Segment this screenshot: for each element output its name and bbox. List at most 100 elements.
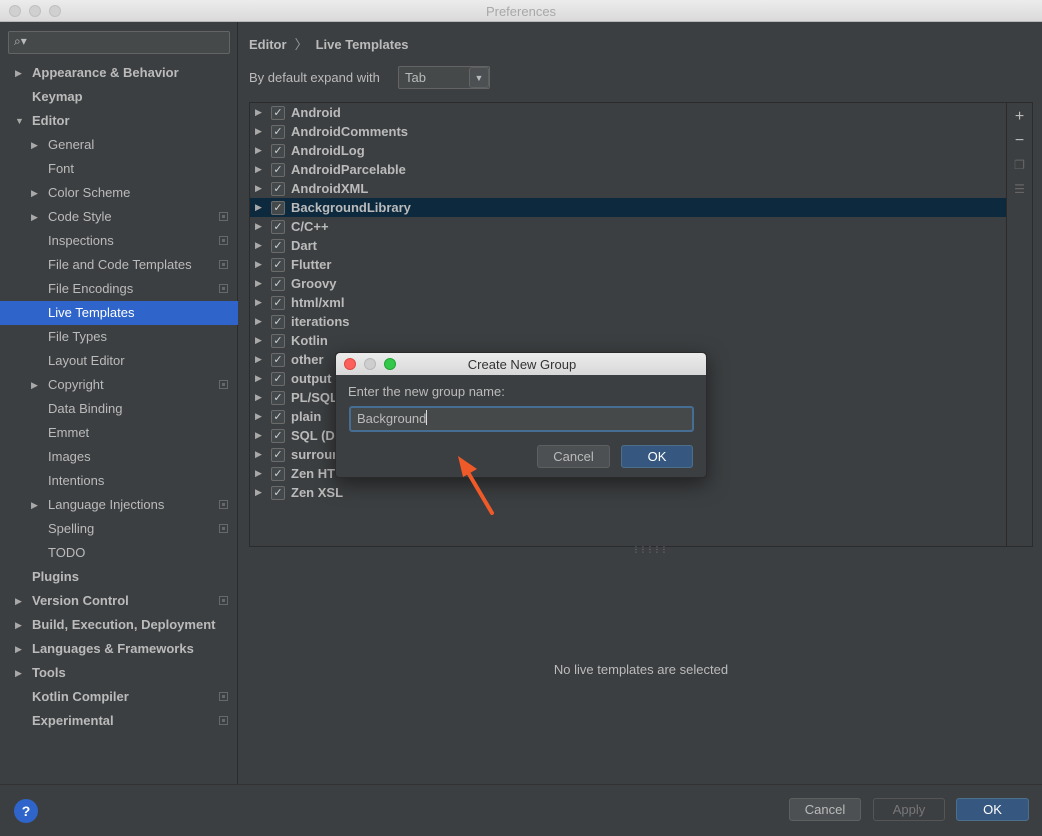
remove-icon[interactable]: − (1007, 129, 1032, 153)
sidebar-item[interactable]: ▶ Tools (0, 661, 238, 685)
chevron-right-icon[interactable]: ▶ (15, 613, 22, 637)
template-group-row[interactable]: ▶ ✓ Kotlin (250, 331, 1006, 350)
chevron-right-icon[interactable]: ▶ (255, 198, 262, 217)
template-group-row[interactable]: ▶ ✓ AndroidParcelable (250, 160, 1006, 179)
group-enabled-checkbox[interactable]: ✓ (271, 258, 285, 272)
group-name-input[interactable]: Background (349, 406, 694, 432)
sidebar-item[interactable]: Kotlin Compiler (0, 685, 238, 709)
chevron-right-icon[interactable]: ▶ (255, 388, 262, 407)
template-group-row[interactable]: ▶ ✓ Groovy (250, 274, 1006, 293)
chevron-right-icon[interactable]: ▶ (31, 373, 38, 397)
template-group-row[interactable]: ▶ ✓ BackgroundLibrary (250, 198, 1006, 217)
group-enabled-checkbox[interactable]: ✓ (271, 144, 285, 158)
chevron-right-icon[interactable]: ▶ (15, 637, 22, 661)
chevron-right-icon[interactable]: ▶ (255, 407, 262, 426)
group-enabled-checkbox[interactable]: ✓ (271, 391, 285, 405)
expand-with-select[interactable]: Tab ▼ (398, 66, 490, 89)
chevron-right-icon[interactable]: ▶ (255, 255, 262, 274)
add-icon[interactable]: + (1007, 105, 1032, 129)
group-enabled-checkbox[interactable]: ✓ (271, 410, 285, 424)
template-group-row[interactable]: ▶ ✓ Android (250, 103, 1006, 122)
template-group-row[interactable]: ▶ ✓ AndroidLog (250, 141, 1006, 160)
chevron-right-icon[interactable]: ▶ (255, 312, 262, 331)
search-input[interactable]: ⌕▾ (8, 31, 230, 54)
sidebar-item[interactable]: ▶ Build, Execution, Deployment (0, 613, 238, 637)
chevron-right-icon[interactable]: ▶ (15, 661, 22, 685)
group-enabled-checkbox[interactable]: ✓ (271, 220, 285, 234)
sidebar-item[interactable]: File Types (0, 325, 238, 349)
chevron-right-icon[interactable]: ▶ (255, 179, 262, 198)
sidebar-item[interactable]: Emmet (0, 421, 238, 445)
group-enabled-checkbox[interactable]: ✓ (271, 106, 285, 120)
sidebar-item[interactable]: ▶ Version Control (0, 589, 238, 613)
sidebar-item[interactable]: TODO (0, 541, 238, 565)
chevron-right-icon[interactable]: ▶ (31, 133, 38, 157)
template-group-row[interactable]: ▶ ✓ AndroidComments (250, 122, 1006, 141)
sidebar-item[interactable]: Data Binding (0, 397, 238, 421)
template-group-row[interactable]: ▶ ✓ Flutter (250, 255, 1006, 274)
chevron-right-icon[interactable]: ▶ (15, 589, 22, 613)
splitter-handle[interactable]: ⋮⋮⋮⋮⋮ (632, 545, 668, 554)
sidebar-item[interactable]: ▼ Editor (0, 109, 238, 133)
group-enabled-checkbox[interactable]: ✓ (271, 125, 285, 139)
group-enabled-checkbox[interactable]: ✓ (271, 448, 285, 462)
chevron-right-icon[interactable]: ▶ (255, 236, 262, 255)
sidebar-item[interactable]: ▶ Appearance & Behavior (0, 61, 238, 85)
group-enabled-checkbox[interactable]: ✓ (271, 296, 285, 310)
group-enabled-checkbox[interactable]: ✓ (271, 353, 285, 367)
sidebar-item[interactable]: File and Code Templates (0, 253, 238, 277)
sidebar-item[interactable]: ▶ Color Scheme (0, 181, 238, 205)
chevron-right-icon[interactable]: ▶ (255, 445, 262, 464)
chevron-right-icon[interactable]: ▶ (255, 331, 262, 350)
sidebar-item[interactable]: File Encodings (0, 277, 238, 301)
sidebar-item[interactable]: Keymap (0, 85, 238, 109)
chevron-right-icon[interactable]: ▶ (31, 181, 38, 205)
group-enabled-checkbox[interactable]: ✓ (271, 334, 285, 348)
dialog-ok-button[interactable]: OK (621, 445, 693, 468)
sidebar-item[interactable]: ▶ Languages & Frameworks (0, 637, 238, 661)
chevron-right-icon[interactable]: ▶ (255, 369, 262, 388)
template-group-row[interactable]: ▶ ✓ html/xml (250, 293, 1006, 312)
sidebar-item[interactable]: Live Templates (0, 301, 238, 325)
ok-button[interactable]: OK (956, 798, 1029, 821)
chevron-right-icon[interactable]: ▶ (31, 493, 38, 517)
chevron-right-icon[interactable]: ▶ (255, 293, 262, 312)
group-enabled-checkbox[interactable]: ✓ (271, 372, 285, 386)
group-enabled-checkbox[interactable]: ✓ (271, 163, 285, 177)
group-enabled-checkbox[interactable]: ✓ (271, 201, 285, 215)
chevron-right-icon[interactable]: ▶ (255, 464, 262, 483)
chevron-right-icon[interactable]: ▶ (255, 122, 262, 141)
sidebar-item[interactable]: Inspections (0, 229, 238, 253)
sidebar-item[interactable]: Intentions (0, 469, 238, 493)
sidebar-item[interactable]: ▶ Language Injections (0, 493, 238, 517)
sidebar-item[interactable]: Images (0, 445, 238, 469)
chevron-right-icon[interactable]: ▶ (255, 141, 262, 160)
template-group-row[interactable]: ▶ ✓ Dart (250, 236, 1006, 255)
group-enabled-checkbox[interactable]: ✓ (271, 315, 285, 329)
group-enabled-checkbox[interactable]: ✓ (271, 429, 285, 443)
apply-button[interactable]: Apply (873, 798, 945, 821)
chevron-right-icon[interactable]: ▶ (255, 350, 262, 369)
chevron-right-icon[interactable]: ▶ (255, 217, 262, 236)
sidebar-item[interactable]: ▶ General (0, 133, 238, 157)
chevron-right-icon[interactable]: ▶ (255, 483, 262, 502)
breadcrumb-editor[interactable]: Editor (249, 37, 287, 52)
sidebar-item[interactable]: Spelling (0, 517, 238, 541)
help-icon[interactable]: ? (14, 799, 38, 823)
list-icon[interactable]: ☰ (1007, 177, 1032, 201)
group-enabled-checkbox[interactable]: ✓ (271, 467, 285, 481)
dialog-cancel-button[interactable]: Cancel (537, 445, 610, 468)
template-group-row[interactable]: ▶ ✓ AndroidXML (250, 179, 1006, 198)
chevron-right-icon[interactable]: ▶ (31, 205, 38, 229)
template-group-row[interactable]: ▶ ✓ iterations (250, 312, 1006, 331)
copy-icon[interactable]: ❐ (1007, 153, 1032, 177)
chevron-right-icon[interactable]: ▶ (255, 103, 262, 122)
chevron-right-icon[interactable]: ▶ (255, 160, 262, 179)
sidebar-item[interactable]: ▶ Copyright (0, 373, 238, 397)
group-enabled-checkbox[interactable]: ✓ (271, 486, 285, 500)
template-group-row[interactable]: ▶ ✓ Zen XSL (250, 483, 1006, 502)
sidebar-item[interactable]: ▶ Code Style (0, 205, 238, 229)
chevron-right-icon[interactable]: ▶ (15, 61, 22, 85)
sidebar-item[interactable]: Experimental (0, 709, 238, 733)
template-group-row[interactable]: ▶ ✓ C/C++ (250, 217, 1006, 236)
